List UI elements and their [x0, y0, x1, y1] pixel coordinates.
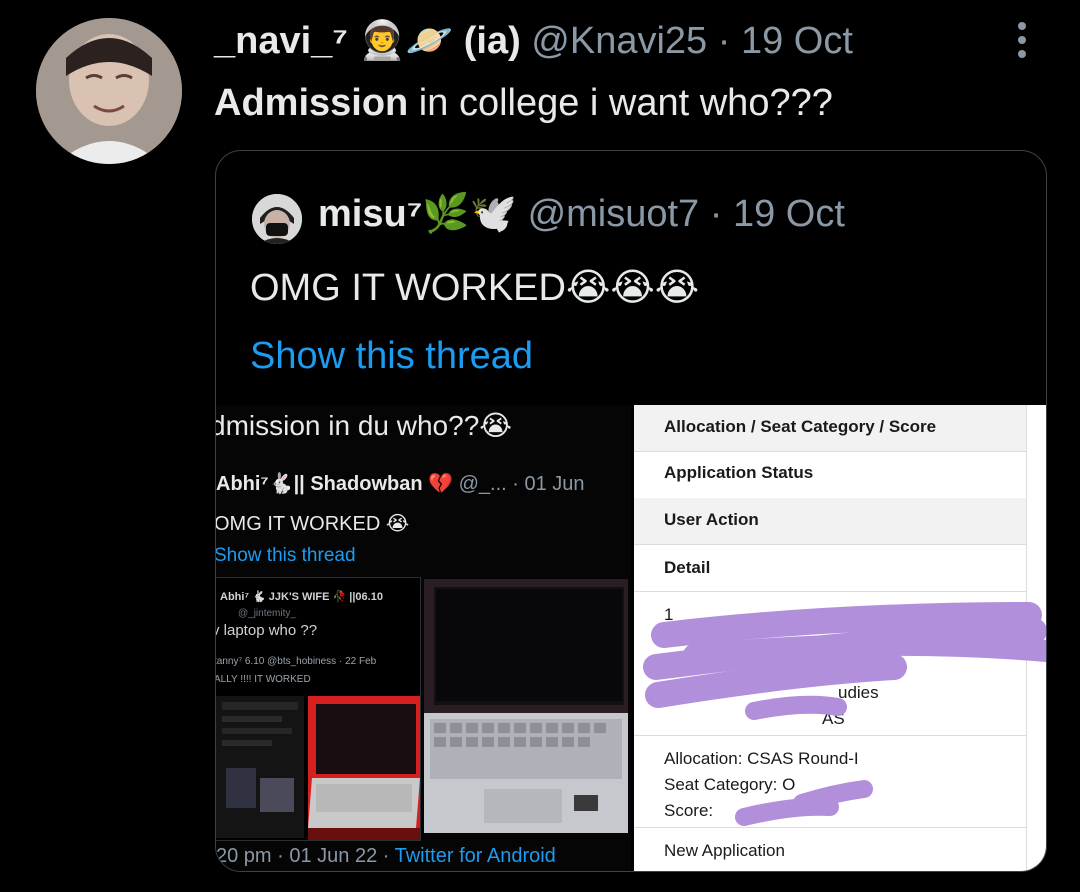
- avatar[interactable]: [36, 18, 182, 164]
- media-left-author-name: Abhi⁷🐇|| Shadowban 💔: [216, 473, 454, 495]
- display-name-suffix[interactable]: (ia): [464, 20, 521, 62]
- show-thread-link[interactable]: Show this thread: [250, 333, 533, 379]
- tweet-text-bold: Admission: [214, 82, 409, 124]
- inner-quote-laptop-image: [216, 696, 420, 840]
- media-left-laptop-image: [424, 579, 628, 833]
- media-left-author: Abhi⁷🐇|| Shadowban 💔 @_... · 01 Jun: [216, 471, 585, 496]
- tweet-text: Admission in college i want who???: [214, 80, 833, 126]
- quoted-text: OMG IT WORKED😭😭😭: [250, 267, 700, 309]
- media-left-text: OMG IT WORKED 😭: [216, 513, 410, 535]
- tweet-header: _navi_⁷ 👨‍🚀🪐 (ia) @Knavi25 · 19 Oct: [214, 18, 853, 64]
- more-icon[interactable]: [1010, 22, 1034, 58]
- media-left-footer: 20 pm · 01 Jun 22 · Twitter for Android: [216, 845, 556, 868]
- quoted-avatar: [252, 194, 302, 244]
- media-left-author-meta: @_... · 01 Jun: [453, 473, 585, 495]
- handle-date[interactable]: @Knavi25 · 19 Oct: [531, 20, 853, 62]
- media-left-title: dmission in du who??😭: [216, 410, 512, 441]
- redaction-scribble: [643, 602, 1046, 826]
- display-name[interactable]: _navi_⁷ 👨‍🚀🪐: [214, 20, 453, 62]
- quoted-handle-date[interactable]: @misuot7 · 19 Oct: [528, 193, 845, 235]
- media-left-footer-time: 20 pm · 01 Jun 22 ·: [216, 845, 395, 867]
- quoted-header: misu⁷🌿🕊️ @misuot7 · 19 Oct: [318, 191, 845, 237]
- media-left-inner-quote: Abhi⁷ 🐇 JJK'S WIFE 🥀 ||06.10 @_jintemity…: [216, 577, 421, 841]
- media-image-right[interactable]: Allocation / Seat Category / Score Appli…: [634, 405, 1046, 871]
- quoted-display-name[interactable]: misu⁷🌿🕊️: [318, 193, 517, 235]
- media-image-left[interactable]: dmission in du who??😭 Abhi⁷🐇|| Shadowban…: [216, 405, 631, 871]
- quoted-tweet[interactable]: misu⁷🌿🕊️ @misuot7 · 19 Oct OMG IT WORKED…: [215, 150, 1047, 872]
- tweet-text-rest: in college i want who???: [408, 82, 833, 124]
- media-left-show-thread: Show this thread: [216, 545, 356, 566]
- media-left-footer-client: Twitter for Android: [394, 845, 556, 867]
